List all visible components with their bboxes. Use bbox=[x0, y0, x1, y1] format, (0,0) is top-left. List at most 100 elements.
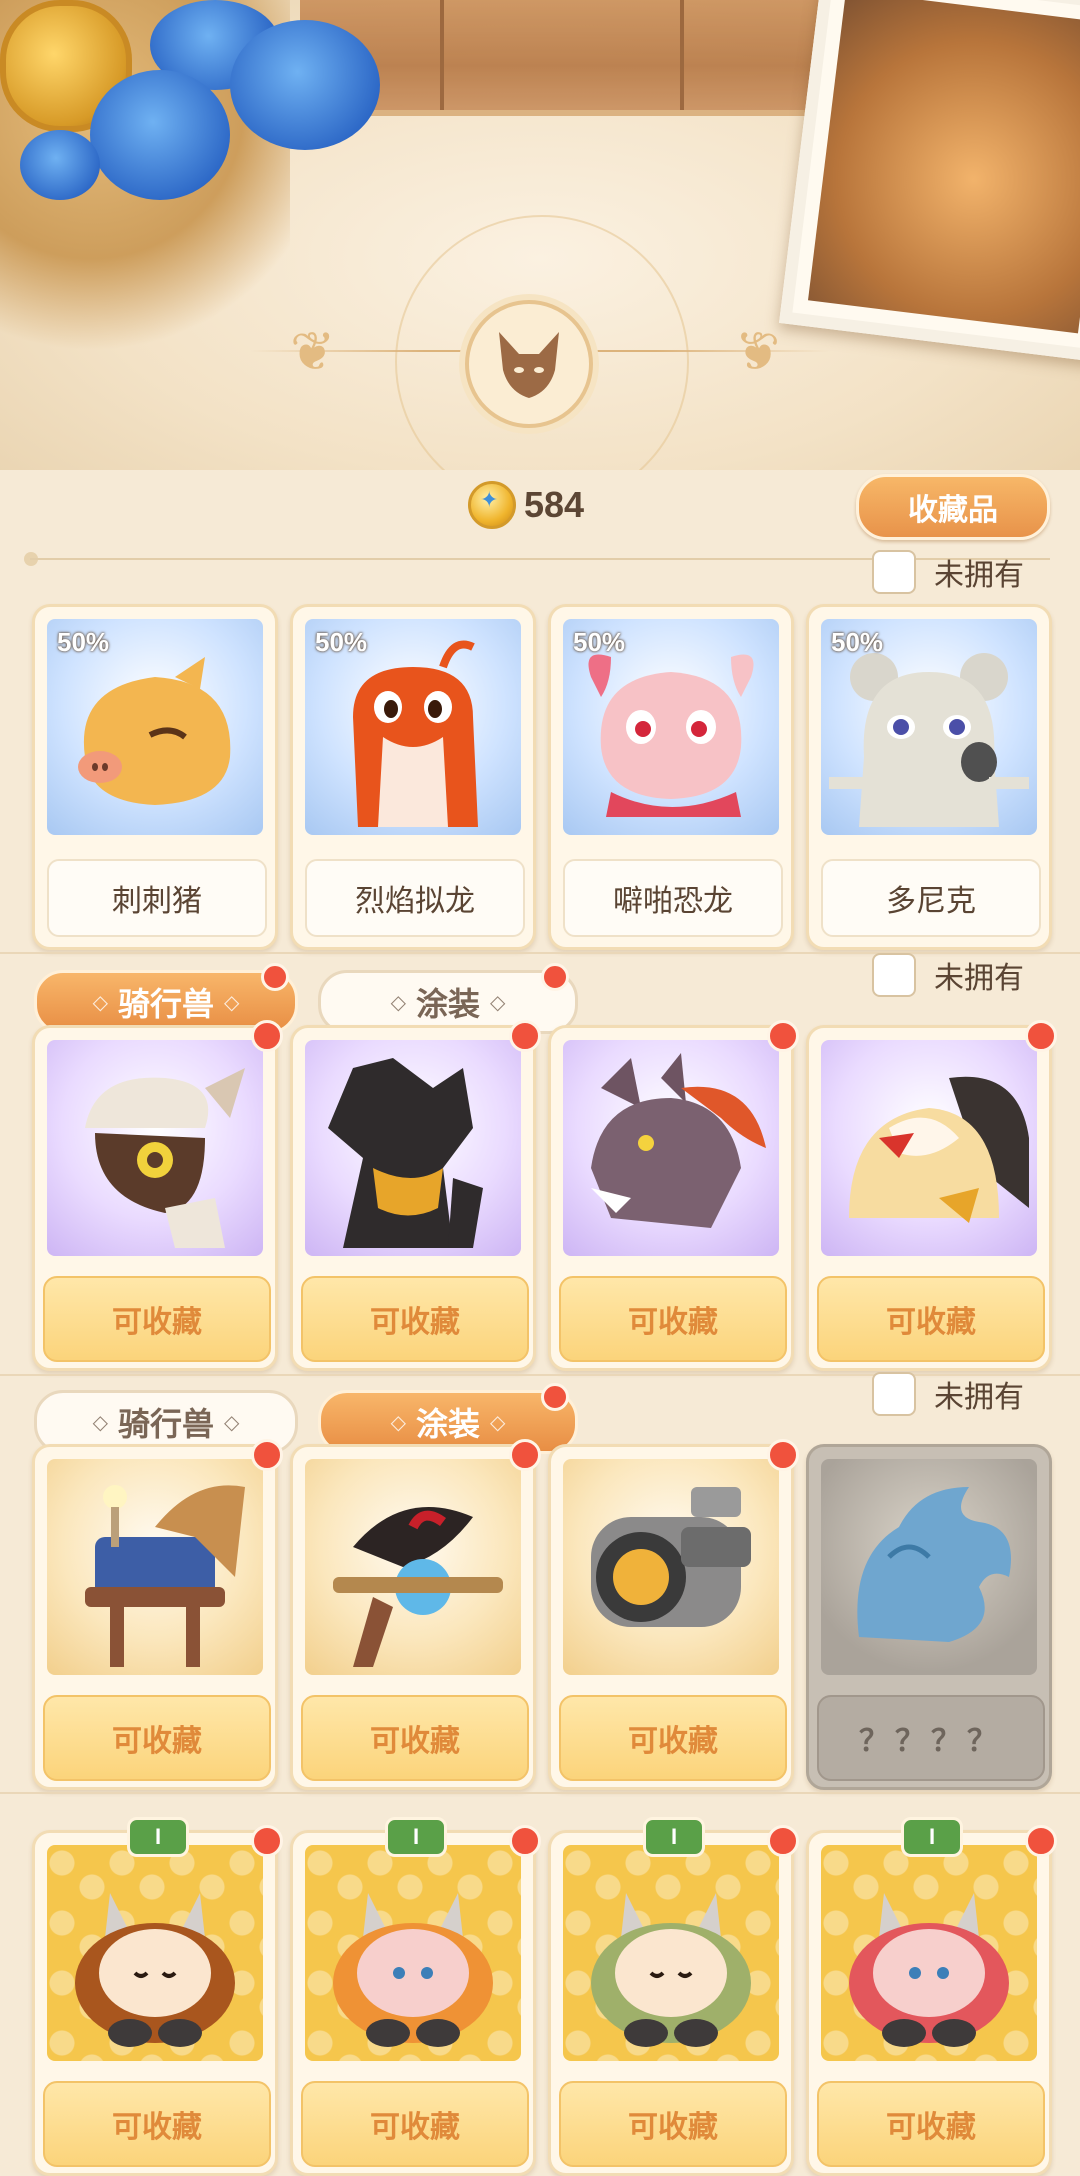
cat-hood-green-icon bbox=[591, 1893, 751, 2047]
pill-label: 涂装 bbox=[415, 1406, 480, 1442]
notification-dot bbox=[767, 1825, 799, 1857]
costume-image bbox=[47, 1845, 263, 2061]
mount-image bbox=[305, 1040, 521, 1256]
blue-flower-icon bbox=[90, 70, 230, 200]
locked-skin-card[interactable]: ？？？？ bbox=[806, 1444, 1052, 1790]
collect-button[interactable]: 可收藏 bbox=[817, 1276, 1045, 1362]
diamond-ornament-icon: ◇ bbox=[490, 991, 506, 1014]
mount-card[interactable]: 可收藏 bbox=[806, 1020, 1057, 1371]
unowned-filter[interactable]: 未拥有 bbox=[872, 953, 1024, 997]
cat-hood-brown-icon bbox=[75, 1893, 235, 2047]
collect-button[interactable]: 可收藏 bbox=[559, 1695, 787, 1781]
costume-card[interactable]: I 可收藏 bbox=[32, 1817, 283, 2176]
notification-dot bbox=[261, 963, 289, 991]
notification-dot bbox=[541, 963, 569, 991]
tier-badge: I bbox=[643, 1817, 705, 1857]
collect-button[interactable]: 可收藏 bbox=[301, 2081, 529, 2167]
collect-button[interactable]: 可收藏 bbox=[43, 1276, 271, 1362]
diamond-ornament-icon: ◇ bbox=[390, 1411, 406, 1434]
locked-skin-image bbox=[821, 1459, 1037, 1675]
photo-creature-image bbox=[808, 0, 1080, 334]
tier-badge: I bbox=[901, 1817, 963, 1857]
unowned-checkbox[interactable] bbox=[872, 1372, 916, 1416]
discount-percent: 50% bbox=[57, 627, 110, 657]
card-name: 多尼克 bbox=[821, 859, 1041, 937]
card-name: 烈焰拟龙 bbox=[305, 859, 525, 937]
collect-button[interactable]: 可收藏 bbox=[301, 1695, 529, 1781]
collect-button[interactable]: 可收藏 bbox=[301, 1276, 529, 1362]
crossbow-saddle-icon bbox=[333, 1507, 503, 1667]
wolf-mount-icon bbox=[591, 1053, 766, 1228]
unowned-filter[interactable]: 未拥有 bbox=[872, 1372, 1024, 1416]
collectible-card[interactable]: 50% 烈焰拟龙 bbox=[290, 604, 536, 950]
mount-image bbox=[821, 1040, 1037, 1256]
discount-percent: 50% bbox=[573, 627, 626, 657]
diamond-ornament-icon: ◇ bbox=[224, 991, 240, 1014]
collect-button[interactable]: 可收藏 bbox=[43, 1695, 271, 1781]
notification-dot bbox=[509, 1439, 541, 1471]
photo-frame[interactable] bbox=[779, 0, 1080, 363]
emblem bbox=[465, 300, 593, 428]
pill-label: 骑行兽 bbox=[117, 1406, 214, 1442]
unowned-checkbox[interactable] bbox=[872, 550, 916, 594]
notification-dot bbox=[1025, 1825, 1057, 1857]
tier-badge: I bbox=[127, 1817, 189, 1857]
collect-button[interactable]: 可收藏 bbox=[559, 2081, 787, 2167]
mount-image bbox=[563, 1040, 779, 1256]
saddle-stand-icon bbox=[85, 1485, 245, 1667]
cat-hood-orange-icon bbox=[333, 1893, 493, 2047]
unowned-checkbox[interactable] bbox=[872, 953, 916, 997]
mount-card[interactable]: 可收藏 bbox=[548, 1020, 799, 1371]
spirit-dragon-silhouette-icon bbox=[857, 1487, 1011, 1642]
mechanical-cannon-icon bbox=[591, 1487, 751, 1627]
unowned-label: 未拥有 bbox=[934, 1381, 1024, 1414]
skin-card[interactable]: 可收藏 bbox=[32, 1439, 283, 1790]
collect-button[interactable]: 可收藏 bbox=[43, 2081, 271, 2167]
blue-flower-icon bbox=[230, 20, 380, 150]
unowned-label: 未拥有 bbox=[934, 559, 1024, 592]
notification-dot bbox=[541, 1383, 569, 1411]
bird-mount-icon bbox=[849, 1076, 1029, 1223]
skin-card[interactable]: 可收藏 bbox=[290, 1439, 541, 1790]
fox-head-icon bbox=[499, 332, 559, 398]
collectible-card[interactable]: 50% 噼啪恐龙 bbox=[548, 604, 794, 950]
unknown-label: ？？？？ bbox=[817, 1695, 1045, 1781]
unowned-label: 未拥有 bbox=[934, 962, 1024, 995]
currency-display: 584 bbox=[468, 481, 585, 529]
mount-card[interactable]: 可收藏 bbox=[290, 1020, 541, 1371]
costume-image bbox=[563, 1845, 779, 2061]
card-name: 噼啪恐龙 bbox=[563, 859, 783, 937]
notification-dot bbox=[251, 1825, 283, 1857]
dark-beast-mount-icon bbox=[328, 1058, 483, 1248]
swirl-ornament-icon: ❦ bbox=[735, 322, 781, 382]
notification-dot bbox=[509, 1020, 541, 1052]
tier-badge: I bbox=[385, 1817, 447, 1857]
currency-amount: 584 bbox=[524, 484, 585, 525]
mount-card[interactable]: 可收藏 bbox=[32, 1020, 283, 1371]
collectible-card[interactable]: 50% 多尼克 bbox=[806, 604, 1052, 950]
skin-image bbox=[47, 1459, 263, 1675]
diamond-ornament-icon: ◇ bbox=[92, 1411, 108, 1434]
skin-image bbox=[563, 1459, 779, 1675]
section-divider bbox=[0, 1792, 1080, 1794]
cat-hood-red-icon bbox=[849, 1893, 1009, 2047]
diamond-ornament-icon: ◇ bbox=[224, 1411, 240, 1434]
notification-dot bbox=[509, 1825, 541, 1857]
collect-button[interactable]: 可收藏 bbox=[559, 1276, 787, 1362]
costume-card[interactable]: I 可收藏 bbox=[548, 1817, 799, 2176]
skin-image bbox=[305, 1459, 521, 1675]
discount-percent: 50% bbox=[315, 627, 368, 657]
unowned-filter[interactable]: 未拥有 bbox=[872, 550, 1024, 594]
discount-percent: 50% bbox=[831, 627, 884, 657]
skin-card[interactable]: 可收藏 bbox=[548, 1439, 799, 1790]
costume-card[interactable]: I 可收藏 bbox=[290, 1817, 541, 2176]
diamond-ornament-icon: ◇ bbox=[92, 991, 108, 1014]
collect-button[interactable]: 可收藏 bbox=[817, 2081, 1045, 2167]
costume-image bbox=[821, 1845, 1037, 2061]
costume-card[interactable]: I 可收藏 bbox=[806, 1817, 1057, 2176]
collectible-card[interactable]: 50% 刺刺猪 bbox=[32, 604, 278, 950]
tab-collectibles[interactable]: 收藏品 bbox=[856, 474, 1050, 540]
pill-label: 骑行兽 bbox=[117, 986, 214, 1022]
notification-dot bbox=[251, 1439, 283, 1471]
pill-label: 涂装 bbox=[415, 986, 480, 1022]
